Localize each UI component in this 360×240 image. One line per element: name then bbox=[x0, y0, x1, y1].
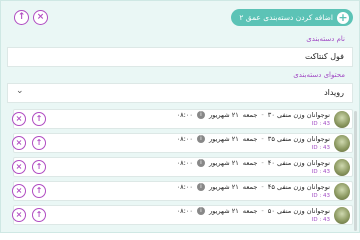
info-icon: i bbox=[196, 159, 205, 167]
event-time: ۰۸:۰۰ bbox=[176, 135, 193, 143]
event-title: نوجوانان وزن منفی ۴۰ bbox=[267, 159, 330, 167]
category-name-label: نام دسته‌بندی bbox=[306, 35, 345, 43]
event-date: ۲۱ شهریور bbox=[208, 207, 239, 215]
add-subcategory-label: اضافه کردن دسته‌بندی عمق ۲ bbox=[239, 13, 333, 22]
plus-icon: + bbox=[337, 10, 349, 24]
event-thumbnail bbox=[334, 135, 350, 152]
close-icon: × bbox=[15, 114, 23, 123]
event-time: ۰۸:۰۰ bbox=[176, 207, 193, 215]
move-up-button[interactable]: ↑ bbox=[32, 160, 46, 174]
close-icon: × bbox=[15, 186, 23, 195]
event-row: نوجوانان وزن منفی ۴۵ - جمعه ۲۱ شهریور i … bbox=[12, 181, 353, 201]
event-row: نوجوانان وزن منفی ۴۰ - جمعه ۲۱ شهریور i … bbox=[12, 157, 353, 177]
arrow-up-icon: ↑ bbox=[35, 210, 43, 219]
event-thumbnail bbox=[334, 111, 350, 128]
event-day: جمعه bbox=[242, 135, 258, 143]
event-date: ۲۱ شهریور bbox=[208, 159, 239, 167]
event-thumbnail bbox=[334, 159, 350, 176]
event-title: نوجوانان وزن منفی ۳۰ bbox=[267, 111, 330, 119]
category-name-field[interactable]: فول کنتاکت bbox=[7, 47, 353, 67]
event-row: نوجوانان وزن منفی ۳۵ - جمعه ۲۱ شهریور i … bbox=[12, 133, 353, 153]
event-day: جمعه bbox=[242, 111, 258, 119]
category-content-select[interactable]: رویداد ⌄ bbox=[7, 83, 353, 103]
remove-item-button[interactable]: × bbox=[12, 160, 26, 174]
remove-item-button[interactable]: × bbox=[12, 208, 26, 222]
close-icon: × bbox=[15, 138, 23, 147]
event-day: جمعه bbox=[242, 207, 258, 215]
event-title-line: نوجوانان وزن منفی ۴۵ - جمعه ۲۱ شهریور i … bbox=[176, 183, 330, 191]
category-panel: + اضافه کردن دسته‌بندی عمق ۲ × ↑ نام دست… bbox=[0, 0, 360, 233]
info-icon: i bbox=[196, 183, 205, 191]
event-row: نوجوانان وزن منفی ۳۰ - جمعه ۲۱ شهریور i … bbox=[12, 109, 353, 129]
event-day: جمعه bbox=[242, 159, 258, 167]
remove-item-button[interactable]: × bbox=[12, 184, 26, 198]
event-day: جمعه bbox=[242, 183, 258, 191]
arrow-up-icon: ↑ bbox=[17, 12, 26, 22]
event-id: ID : 43 bbox=[311, 169, 330, 175]
event-title-line: نوجوانان وزن منفی ۳۰ - جمعه ۲۱ شهریور i … bbox=[176, 111, 330, 119]
event-id: ID : 43 bbox=[311, 193, 330, 199]
scrollbar[interactable] bbox=[354, 111, 357, 231]
move-up-button[interactable]: ↑ bbox=[32, 208, 46, 222]
remove-category-button[interactable]: × bbox=[33, 10, 48, 25]
event-thumbnail bbox=[334, 207, 350, 224]
remove-item-button[interactable]: × bbox=[12, 136, 26, 150]
arrow-up-icon: ↑ bbox=[35, 186, 43, 195]
event-thumbnail bbox=[334, 183, 350, 200]
info-icon: i bbox=[196, 111, 205, 119]
close-icon: × bbox=[15, 210, 23, 219]
close-icon: × bbox=[15, 162, 23, 171]
event-id: ID : 43 bbox=[311, 121, 330, 127]
add-subcategory-button[interactable]: + اضافه کردن دسته‌بندی عمق ۲ bbox=[231, 9, 353, 26]
category-content-value: رویداد bbox=[324, 88, 344, 97]
info-icon: i bbox=[196, 207, 205, 215]
panel-toolbar: + اضافه کردن دسته‌بندی عمق ۲ × ↑ bbox=[7, 7, 353, 29]
info-icon: i bbox=[196, 135, 205, 143]
event-title: نوجوانان وزن منفی ۵۰ bbox=[267, 207, 330, 215]
move-up-button[interactable]: ↑ bbox=[32, 184, 46, 198]
category-content-label: محتوای دسته‌بندی bbox=[293, 71, 345, 79]
remove-item-button[interactable]: × bbox=[12, 112, 26, 126]
arrow-up-icon: ↑ bbox=[35, 114, 43, 123]
event-time: ۰۸:۰۰ bbox=[176, 183, 193, 191]
arrow-up-icon: ↑ bbox=[35, 138, 43, 147]
event-time: ۰۸:۰۰ bbox=[176, 159, 193, 167]
move-up-button[interactable]: ↑ bbox=[32, 112, 46, 126]
move-up-button[interactable]: ↑ bbox=[32, 136, 46, 150]
event-title-line: نوجوانان وزن منفی ۳۵ - جمعه ۲۱ شهریور i … bbox=[176, 135, 330, 143]
arrow-up-icon: ↑ bbox=[35, 162, 43, 171]
event-date: ۲۱ شهریور bbox=[208, 111, 239, 119]
event-time: ۰۸:۰۰ bbox=[176, 111, 193, 119]
event-row: نوجوانان وزن منفی ۵۰ - جمعه ۲۱ شهریور i … bbox=[12, 205, 353, 225]
event-id: ID : 43 bbox=[311, 217, 330, 223]
move-up-button[interactable]: ↑ bbox=[14, 10, 29, 25]
close-icon: × bbox=[36, 12, 45, 22]
chevron-down-icon: ⌄ bbox=[16, 86, 24, 96]
event-date: ۲۱ شهریور bbox=[208, 183, 239, 191]
category-name-value: فول کنتاکت bbox=[304, 52, 344, 61]
event-title: نوجوانان وزن منفی ۳۵ bbox=[267, 135, 330, 143]
event-title-line: نوجوانان وزن منفی ۴۰ - جمعه ۲۱ شهریور i … bbox=[176, 159, 330, 167]
event-title-line: نوجوانان وزن منفی ۵۰ - جمعه ۲۱ شهریور i … bbox=[176, 207, 330, 215]
event-date: ۲۱ شهریور bbox=[208, 135, 239, 143]
event-id: ID : 43 bbox=[311, 145, 330, 151]
event-title: نوجوانان وزن منفی ۴۵ bbox=[267, 183, 330, 191]
